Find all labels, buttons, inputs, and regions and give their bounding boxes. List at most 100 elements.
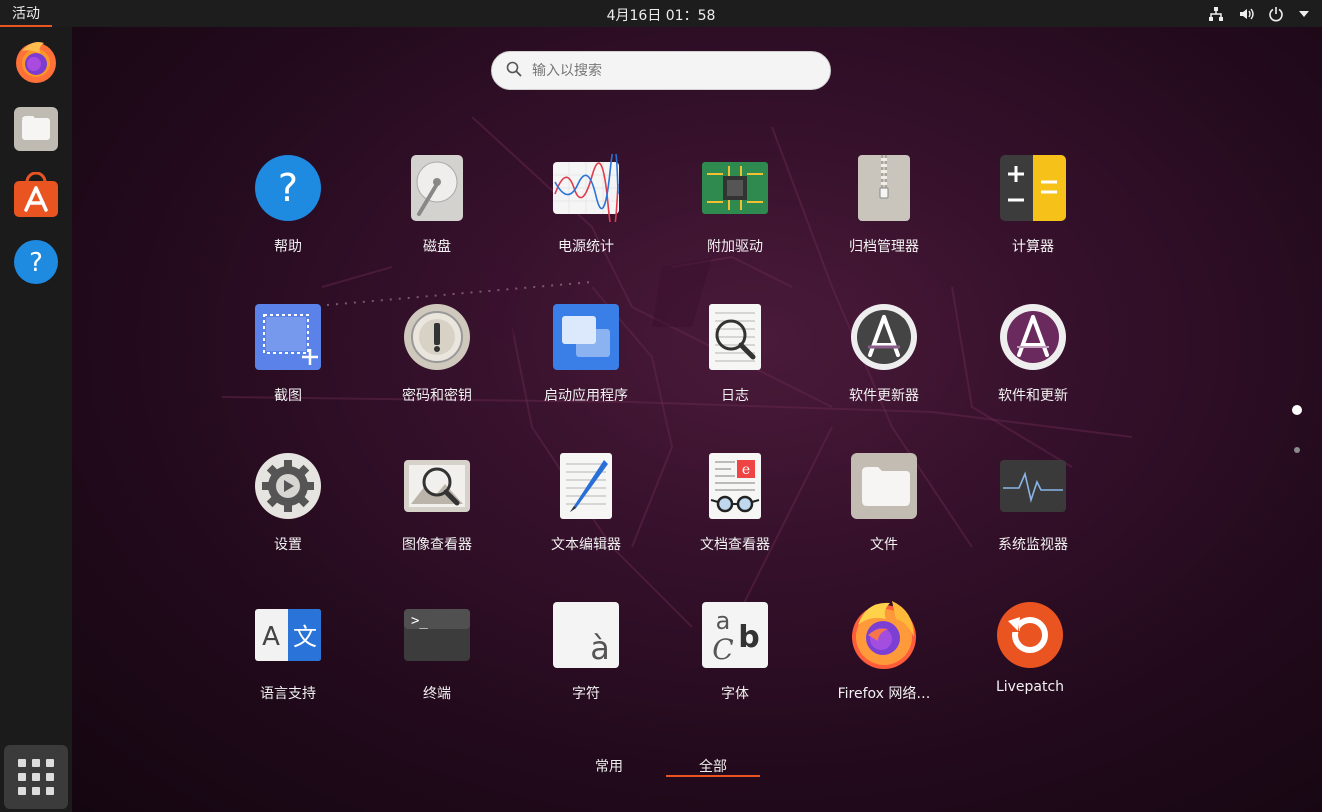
clock-label[interactable]: 4月16日 01：58 — [607, 8, 716, 24]
app-additional-drivers[interactable]: 附加驱动 — [665, 154, 805, 284]
top-bar: 活动 4月16日 01：58 — [0, 0, 1322, 27]
settings-gear-icon — [254, 452, 322, 520]
page-indicator-2[interactable] — [1294, 447, 1300, 453]
app-label: 终端 — [423, 686, 451, 702]
page-indicator-1[interactable] — [1292, 405, 1302, 415]
app-label: Firefox 网络… — [837, 686, 931, 702]
tab-all[interactable]: 全部 — [666, 756, 760, 776]
dock-help[interactable]: ? — [6, 234, 66, 294]
svg-text:?: ? — [278, 166, 298, 210]
language-icon: A文 — [254, 601, 322, 669]
chip-icon — [701, 154, 769, 222]
help-icon: ? — [254, 154, 322, 222]
fonts-icon: aCb — [701, 601, 769, 669]
app-logs[interactable]: 日志 — [665, 303, 805, 433]
app-label: 附加驱动 — [707, 239, 763, 255]
search-box[interactable] — [491, 51, 831, 90]
svg-text:à: à — [590, 629, 610, 667]
app-help[interactable]: ? 帮助 — [218, 154, 358, 284]
app-label: 文本编辑器 — [551, 537, 621, 553]
software-properties-icon — [999, 303, 1067, 371]
files-icon — [850, 452, 918, 520]
activities-button[interactable]: 活动 — [0, 0, 52, 27]
app-label: 设置 — [274, 537, 302, 553]
volume-icon[interactable] — [1238, 6, 1254, 22]
activities-label: 活动 — [12, 5, 40, 22]
app-label: 文件 — [870, 537, 898, 553]
system-tray[interactable] — [1208, 0, 1310, 27]
app-label: 系统监视器 — [998, 537, 1068, 553]
characters-icon: à — [552, 601, 620, 669]
firefox-icon — [12, 37, 60, 89]
app-livepatch[interactable]: Livepatch — [960, 601, 1100, 731]
power-icon[interactable] — [1268, 6, 1284, 22]
app-label: 启动应用程序 — [544, 388, 628, 404]
app-fonts[interactable]: aCb 字体 — [665, 601, 805, 731]
files-icon — [13, 106, 59, 156]
app-label: 日志 — [721, 388, 749, 404]
app-label: 语言支持 — [260, 686, 316, 702]
screenshot-icon — [254, 303, 322, 371]
dock-software[interactable] — [6, 167, 66, 227]
app-power-statistics[interactable]: 电源统计 — [516, 154, 656, 284]
app-disks[interactable]: 磁盘 — [367, 154, 507, 284]
app-calculator[interactable]: 计算器 — [963, 154, 1103, 284]
app-system-monitor[interactable]: 系统监视器 — [963, 452, 1103, 582]
startup-apps-icon — [552, 303, 620, 371]
svg-text:文: 文 — [293, 623, 317, 651]
app-label: 文档查看器 — [700, 537, 770, 553]
svg-text:a: a — [716, 607, 731, 635]
app-label: 图像查看器 — [402, 537, 472, 553]
show-applications-button[interactable] — [4, 745, 68, 809]
dock: ? — [0, 27, 72, 812]
svg-text:>_: >_ — [411, 613, 428, 629]
app-screenshot[interactable]: 截图 — [218, 303, 358, 433]
software-icon — [13, 171, 59, 222]
dock-files[interactable] — [6, 101, 66, 161]
livepatch-icon — [996, 601, 1064, 669]
search-input[interactable] — [532, 62, 812, 79]
app-software-and-updates[interactable]: 软件和更新 — [963, 303, 1103, 433]
app-startup-applications[interactable]: 启动应用程序 — [516, 303, 656, 433]
svg-text:C: C — [712, 633, 733, 666]
firefox-icon — [848, 597, 920, 669]
app-passwords-and-keys[interactable]: 密码和密钥 — [367, 303, 507, 433]
svg-text:e: e — [742, 462, 750, 478]
chevron-down-icon[interactable] — [1298, 8, 1310, 20]
tab-frequent[interactable]: 常用 — [580, 756, 638, 776]
document-viewer-icon: e — [701, 452, 769, 520]
help-icon: ? — [13, 239, 59, 289]
logs-icon — [701, 303, 769, 371]
app-label: 磁盘 — [423, 239, 451, 255]
image-viewer-icon — [403, 452, 471, 520]
app-label: 字体 — [721, 686, 749, 702]
app-characters[interactable]: à 字符 — [516, 601, 656, 731]
app-software-updater[interactable]: 软件更新器 — [814, 303, 954, 433]
app-label: 字符 — [572, 686, 600, 702]
app-settings[interactable]: 设置 — [218, 452, 358, 582]
app-terminal[interactable]: >_ 终端 — [367, 601, 507, 731]
app-language-support[interactable]: A文 语言支持 — [218, 601, 358, 731]
app-label: 软件更新器 — [849, 388, 919, 404]
app-image-viewer[interactable]: 图像查看器 — [367, 452, 507, 582]
app-label: 电源统计 — [558, 239, 614, 255]
network-icon[interactable] — [1208, 6, 1224, 22]
app-text-editor[interactable]: 文本编辑器 — [516, 452, 656, 582]
app-firefox[interactable]: Firefox 网络… — [814, 597, 954, 727]
clock: 4月16日 01：58 — [0, 5, 1322, 25]
app-label: Livepatch — [995, 679, 1065, 695]
dock-firefox[interactable] — [6, 33, 66, 93]
app-files[interactable]: 文件 — [814, 452, 954, 582]
app-document-viewer[interactable]: e 文档查看器 — [665, 452, 805, 582]
app-label: 计算器 — [1012, 239, 1054, 255]
app-label: 帮助 — [274, 239, 302, 255]
app-label: 密码和密钥 — [402, 388, 472, 404]
keyring-icon — [403, 303, 471, 371]
archive-icon — [850, 154, 918, 222]
app-label: 截图 — [274, 388, 302, 404]
app-archive-manager[interactable]: 归档管理器 — [814, 154, 954, 284]
disk-icon — [403, 154, 471, 222]
active-tab-indicator — [666, 775, 760, 777]
software-updater-icon — [850, 303, 918, 371]
terminal-icon: >_ — [403, 601, 471, 669]
